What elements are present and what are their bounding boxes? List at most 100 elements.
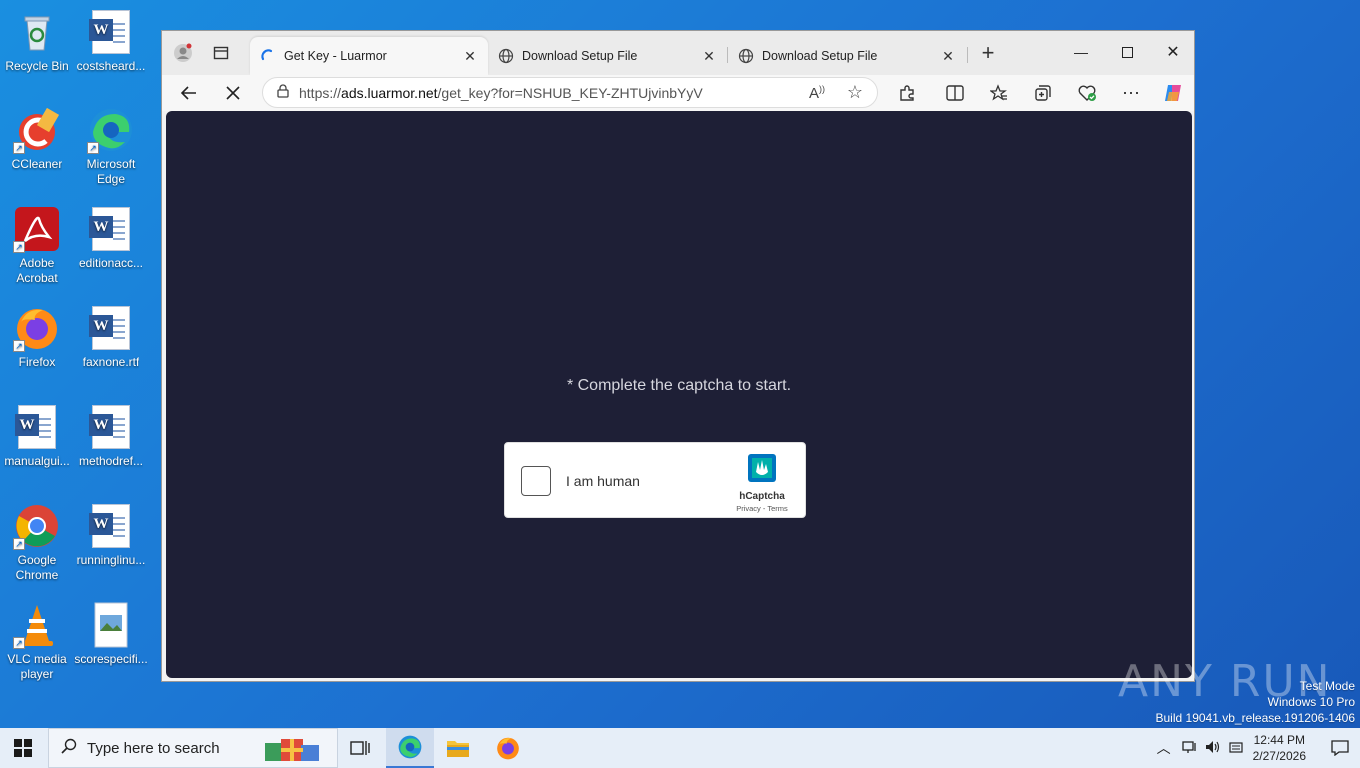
network-icon[interactable] [1181,740,1197,757]
word-document-icon: W [13,403,61,451]
desktop-icon-vlc[interactable]: ↗ VLC media player [0,601,74,682]
captcha-checkbox[interactable] [521,466,551,496]
tab-title: Get Key - Luarmor [284,49,387,63]
captcha-prompt: * Complete the captcha to start. [566,377,792,394]
shortcut-arrow-icon: ↗ [13,340,25,352]
volume-icon[interactable] [1205,740,1221,757]
system-tray: ︿ 12:44 PM 2/27/2026 [1157,728,1360,768]
close-tab-icon[interactable]: ✕ [940,48,956,65]
desktop-icon-label: editionacc... [78,256,144,270]
recycle-bin-icon [13,8,61,56]
tab-get-key[interactable]: Get Key - Luarmor ✕ [250,37,488,75]
desktop-icon-label: Adobe Acrobat [16,256,58,285]
start-button[interactable] [0,728,46,768]
extensions-puzzle-icon[interactable] [892,79,922,107]
desktop-icon-label: Google Chrome [15,553,59,582]
taskbar-firefox[interactable] [484,728,532,768]
tab-divider [967,47,968,63]
taskbar-search-box[interactable]: Type here to search [48,728,338,768]
desktop-icon-faxnone[interactable]: W faxnone.rtf [74,304,148,370]
browser-essentials-icon[interactable] [1072,79,1102,107]
firefox-icon: ↗ [13,304,61,352]
globe-icon [738,48,754,64]
close-tab-icon[interactable]: ✕ [462,48,478,65]
desktop-icon-manualgui[interactable]: W manualgui... [0,403,74,469]
desktop-icon-label: methodref... [78,454,144,468]
clock[interactable]: 12:44 PM 2/27/2026 [1253,732,1306,764]
minimize-button[interactable]: — [1058,37,1104,67]
address-bar[interactable]: https://ads.luarmor.net/get_key?for=NSHU… [262,77,878,108]
copilot-icon[interactable] [1158,79,1188,107]
desktop-icon-runninglinu[interactable]: W runninglinu... [74,502,148,568]
task-view-button[interactable] [336,728,384,768]
word-document-icon: W [87,205,135,253]
favorite-star-icon[interactable]: ☆ [847,82,863,103]
desktop-icon-label: manualgui... [4,454,70,468]
tab-title: Download Setup File [762,49,878,63]
desktop-icon-costsheard[interactable]: W costsheard... [74,8,148,74]
favorites-list-icon[interactable] [984,79,1014,107]
clock-time: 12:44 PM [1253,733,1305,747]
tab-download-setup-2[interactable]: Download Setup File ✕ [728,37,966,75]
close-tab-icon[interactable]: ✕ [701,48,717,65]
chrome-icon: ↗ [13,502,61,550]
os-watermark: Test Mode Windows 10 Pro Build 19041.vb_… [1156,678,1356,726]
stop-loading-icon[interactable] [218,79,248,107]
back-arrow-icon[interactable] [174,79,204,107]
desktop-icon-firefox[interactable]: ↗ Firefox [0,304,74,370]
tab-download-setup-1[interactable]: Download Setup File ✕ [488,37,727,75]
hcaptcha-branding: hCaptcha Privacy - Terms [729,452,795,513]
desktop-icon-label: Recycle Bin [5,59,69,73]
url-prefix: https:// [299,84,342,101]
hcaptcha-widget: I am human hCaptcha Privacy - Terms [504,442,806,518]
tab-bar: Get Key - Luarmor ✕ Download Setup File … [162,31,1194,75]
word-document-icon: W [87,8,135,56]
split-screen-icon[interactable] [940,79,970,107]
more-menu-icon[interactable]: ⋯ [1116,79,1146,107]
image-file-icon [87,601,135,649]
desktop-icon-label: Microsoft Edge [86,157,136,186]
shortcut-arrow-icon: ↗ [13,538,25,550]
lock-icon [277,84,289,101]
firefox-icon [497,737,519,760]
show-hidden-icons-chevron-icon[interactable]: ︿ [1157,738,1171,758]
desktop-icon-label: costsheard... [76,59,146,73]
captcha-label: I am human [566,473,640,489]
new-tab-plus-icon[interactable]: + [973,39,1003,67]
desktop-icon-methodref[interactable]: W methodref... [74,403,148,469]
desktop-icon-ccleaner[interactable]: ↗ CCleaner [0,106,74,172]
desktop-icon-label: faxnone.rtf [82,355,140,369]
desktop-icon-google-chrome[interactable]: ↗ Google Chrome [0,502,74,583]
folder-icon [447,741,469,757]
search-icon [61,738,77,758]
read-aloud-icon[interactable]: A)) [809,84,825,102]
maximize-button[interactable] [1104,37,1150,67]
taskbar-edge[interactable] [386,728,434,768]
desktop-icon-label: CCleaner [11,157,63,171]
desktop-icon-adobe-acrobat[interactable]: ↗ Adobe Acrobat [0,205,74,286]
collections-icon[interactable] [1028,79,1058,107]
loading-spinner-icon [260,48,276,64]
task-view-icon [350,741,370,755]
profile-avatar-icon[interactable] [168,39,198,67]
tab-actions-icon[interactable] [206,39,236,67]
notifications-icon[interactable] [1320,740,1360,756]
search-highlight-gifts-icon [261,735,331,767]
taskbar-file-explorer[interactable] [434,728,482,768]
desktop-icon-scorespecifi[interactable]: scorespecifi... [74,601,148,667]
desktop-icon-recycle-bin[interactable]: Recycle Bin [0,8,74,74]
desktop-icon-microsoft-edge[interactable]: ↗ Microsoft Edge [74,106,148,187]
hcaptcha-logo-icon [746,452,778,489]
privacy-terms-links[interactable]: Privacy - Terms [729,504,795,513]
shortcut-arrow-icon: ↗ [13,142,25,154]
edge-icon [398,735,422,759]
nav-toolbar: https://ads.luarmor.net/get_key?for=NSHU… [162,75,1194,111]
input-method-icon[interactable] [1229,740,1243,757]
shortcut-arrow-icon: ↗ [87,142,99,154]
windows-logo-icon [14,739,32,757]
desktop-icon-label: VLC media player [7,652,67,681]
close-window-button[interactable]: ✕ [1150,37,1196,67]
edge-icon: ↗ [87,106,135,154]
watermark-line2: Windows 10 Pro [1267,695,1355,709]
desktop-icon-editionacc[interactable]: W editionacc... [74,205,148,271]
